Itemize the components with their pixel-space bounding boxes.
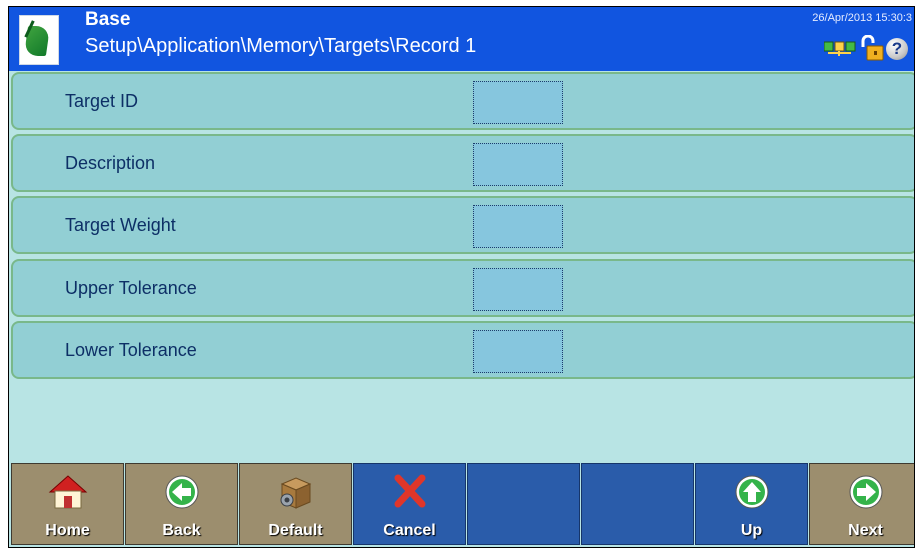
empty-softkey-6[interactable] [581, 463, 694, 545]
back-button[interactable]: Back [125, 463, 238, 545]
home-button[interactable]: Home [11, 463, 124, 545]
network-icon [824, 41, 856, 56]
field-row-description[interactable]: Description [11, 134, 914, 192]
next-arrow-icon [849, 475, 883, 509]
upper-tolerance-input[interactable] [473, 268, 563, 311]
default-button[interactable]: Default [239, 463, 352, 545]
field-label: Target ID [65, 91, 139, 111]
field-label: Lower Tolerance [65, 340, 197, 360]
page-title: Base [85, 9, 131, 30]
up-button[interactable]: Up [695, 463, 808, 545]
field-label: Target Weight [65, 215, 176, 235]
lower-tolerance-input[interactable] [473, 330, 563, 373]
up-arrow-icon [735, 475, 769, 509]
field-row-lower-tolerance[interactable]: Lower Tolerance [11, 321, 914, 379]
softkey-label: Next [848, 522, 883, 539]
unlocked-padlock-icon [861, 35, 884, 61]
field-label: Upper Tolerance [65, 278, 197, 298]
softkey-bar: Home Back Default Cancel Up Next [9, 463, 914, 547]
default-box-icon [280, 477, 312, 509]
softkey-label: Default [268, 522, 323, 539]
datetime-readout: 26/Apr/2013 15:30:3 [812, 12, 912, 24]
softkey-label: Cancel [383, 522, 436, 539]
help-icon[interactable]: ? [886, 38, 908, 60]
empty-softkey-5[interactable] [467, 463, 580, 545]
breadcrumb: Setup\Application\Memory\Targets\Record … [85, 35, 477, 57]
field-row-target-id[interactable]: Target ID [11, 72, 914, 130]
target-id-input[interactable] [473, 81, 563, 124]
target-weight-input[interactable] [473, 205, 563, 248]
app-logo-icon [19, 15, 59, 65]
header-bar: Base Setup\Application\Memory\Targets\Re… [9, 7, 914, 71]
screen-frame: Base Setup\Application\Memory\Targets\Re… [8, 6, 915, 548]
next-button[interactable]: Next [809, 463, 914, 545]
cancel-button[interactable]: Cancel [353, 463, 466, 545]
description-input[interactable] [473, 143, 563, 186]
cancel-x-icon [394, 474, 426, 508]
back-arrow-icon [165, 475, 199, 509]
field-row-upper-tolerance[interactable]: Upper Tolerance [11, 259, 914, 317]
field-row-target-weight[interactable]: Target Weight [11, 196, 914, 254]
status-icons: ? [824, 35, 910, 61]
home-icon [48, 475, 88, 509]
softkey-label: Back [162, 522, 201, 539]
softkey-label: Up [740, 522, 763, 539]
field-label: Description [65, 153, 156, 173]
softkey-label: Home [45, 522, 90, 539]
